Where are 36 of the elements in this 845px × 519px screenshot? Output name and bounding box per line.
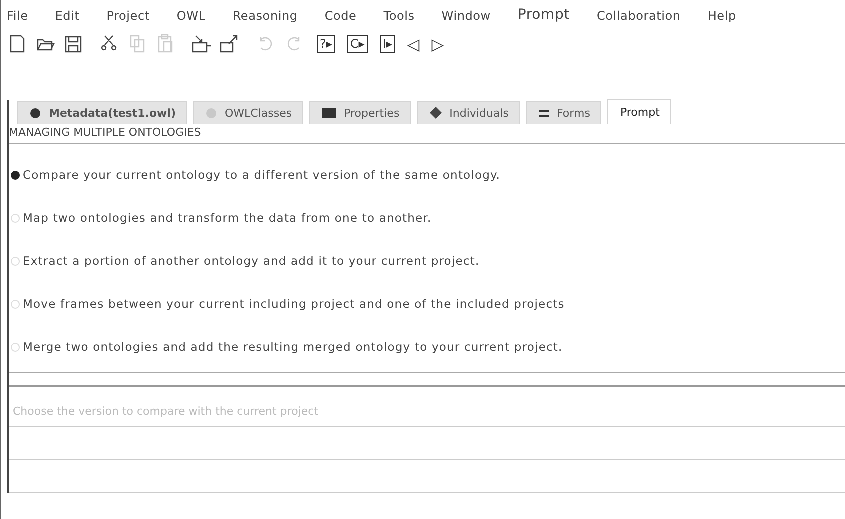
toolbar-button[interactable]: C▸: [347, 35, 368, 53]
menu-item[interactable]: Code: [324, 9, 357, 26]
tab[interactable]: Prompt: [607, 99, 671, 124]
rectangle-icon: [322, 108, 336, 118]
diamond-icon: [430, 107, 442, 119]
radio-option[interactable]: Compare your current ontology to a different version of the same ontology.: [11, 168, 845, 182]
menu-item[interactable]: Help: [708, 9, 736, 26]
menu-item[interactable]: OWL: [176, 9, 206, 26]
import-icon[interactable]: [191, 34, 213, 54]
menu-item[interactable]: Prompt: [518, 7, 570, 26]
tab[interactable]: Metadata(test1.owl): [17, 101, 187, 124]
toolbar-button[interactable]: I▸: [380, 35, 396, 53]
radio-option[interactable]: Extract a portion of another ontology and add it to your current project.: [11, 254, 845, 268]
menu-item[interactable]: Project: [106, 9, 150, 26]
tab[interactable]: Individuals: [416, 101, 520, 124]
dot-icon: [206, 108, 217, 118]
menu-item[interactable]: Edit: [55, 9, 80, 26]
menu-item[interactable]: File: [7, 9, 28, 26]
tab[interactable]: OWLClasses: [192, 101, 304, 124]
menu-item[interactable]: Collaboration: [596, 9, 681, 26]
panel-label: Choose the version to compare with the current project: [9, 387, 845, 427]
toolbar-button[interactable]: ?▸: [317, 35, 336, 53]
radio-option[interactable]: Merge two ontologies and add the resulting merged ontology to your current project.: [11, 340, 845, 354]
radio-option[interactable]: Move frames between your current including project and one of the included projects: [11, 297, 845, 311]
menu-item[interactable]: Window: [442, 9, 491, 26]
tab[interactable]: Properties: [309, 101, 411, 124]
menu-item[interactable]: Reasoning: [232, 9, 298, 26]
toolbar-button[interactable]: ◁: [407, 34, 420, 54]
dot-icon: [30, 108, 41, 118]
radio-option[interactable]: Map two ontologies and transform the data from one to another.: [11, 211, 845, 225]
toolbar-button[interactable]: ▷: [432, 34, 444, 54]
menu-item[interactable]: Tools: [384, 9, 415, 26]
tab[interactable]: Forms: [526, 101, 602, 124]
lines-icon: [538, 108, 549, 118]
radio-button[interactable]: [11, 170, 20, 180]
section-heading: MANAGING MULTIPLE ONTOLOGIES: [9, 125, 202, 139]
